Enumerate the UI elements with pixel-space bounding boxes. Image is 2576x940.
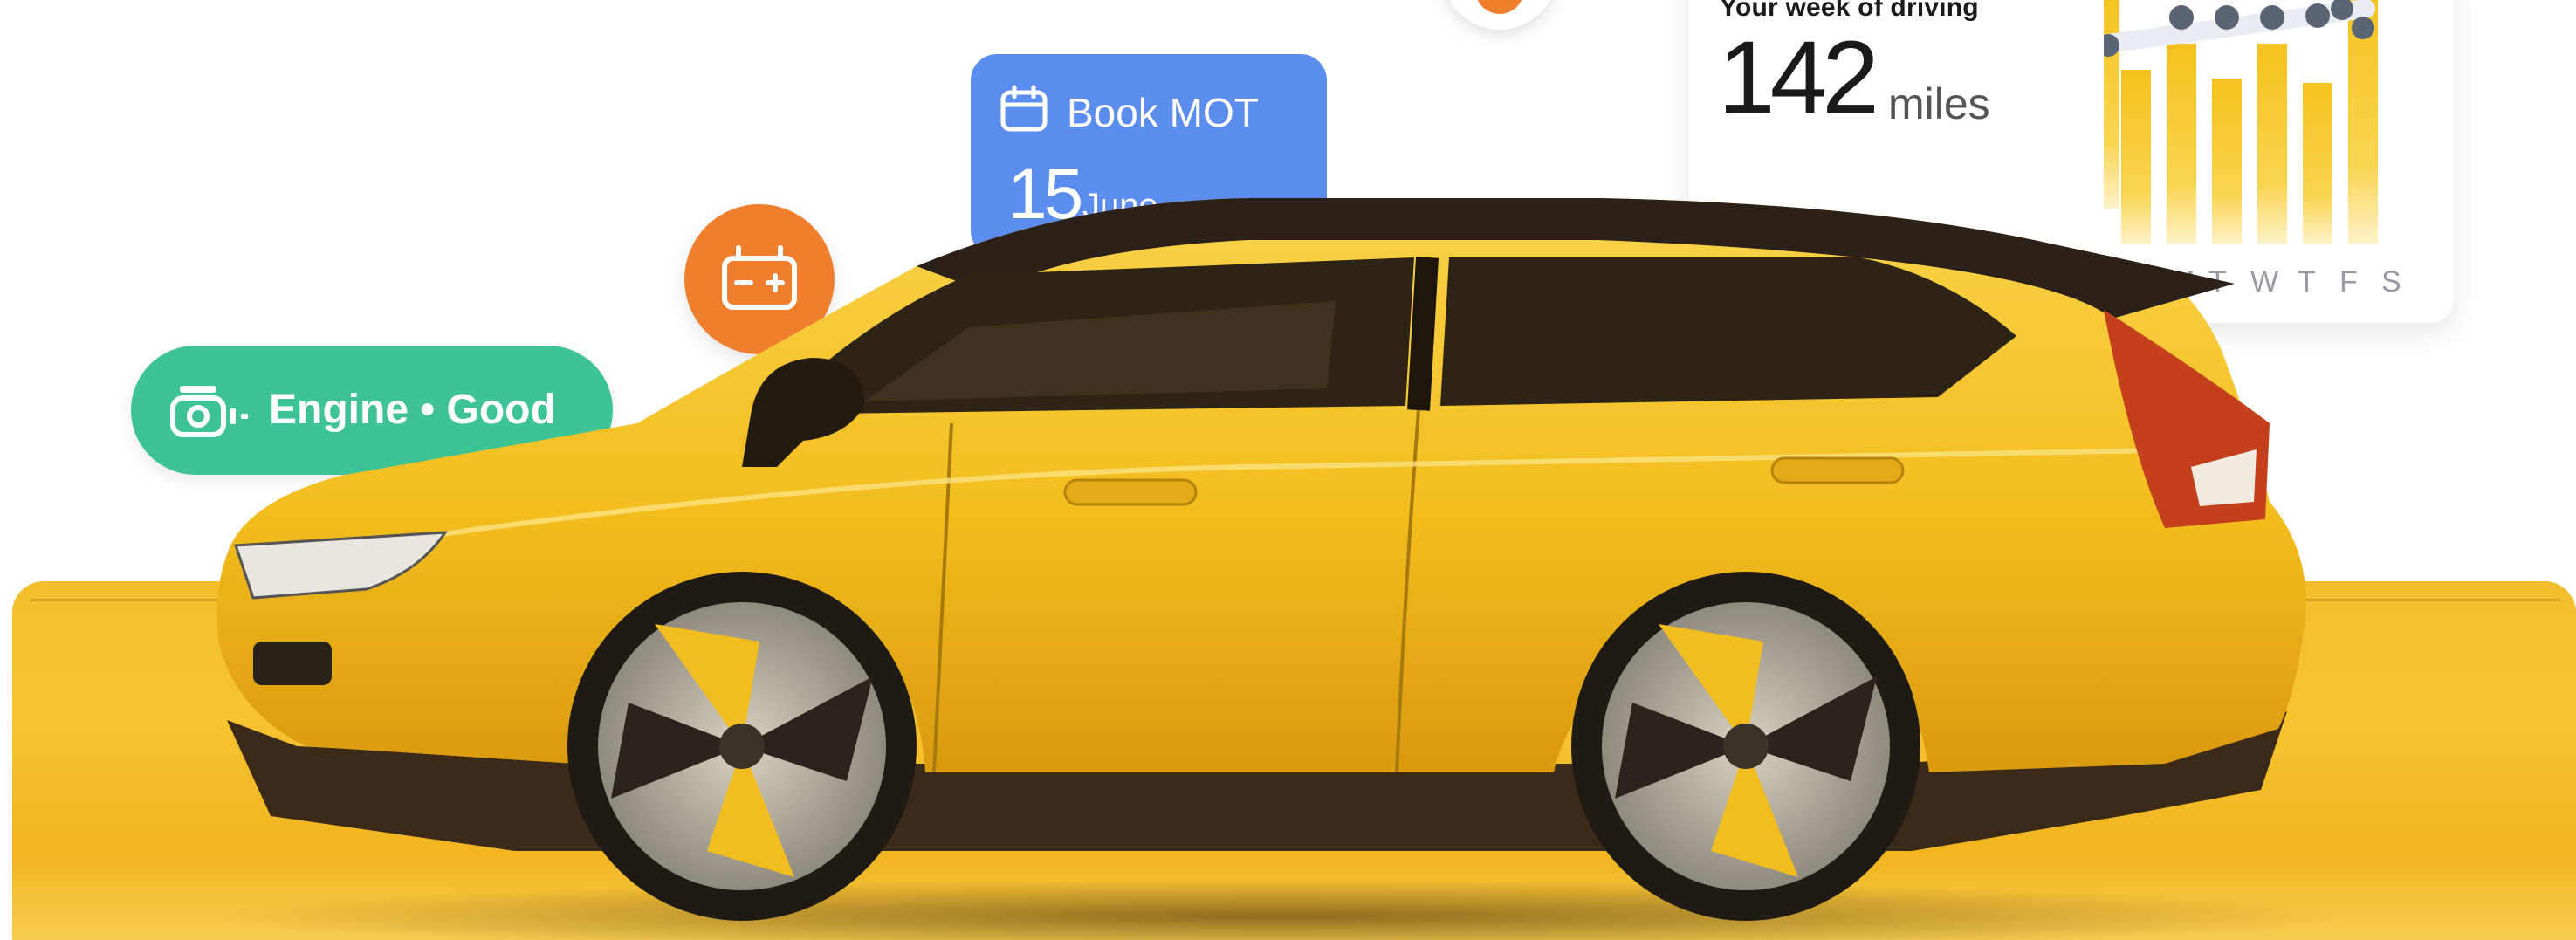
chart-dot-5 xyxy=(2305,3,2330,28)
calendar-icon xyxy=(1000,85,1048,132)
car-shadow xyxy=(214,880,2344,940)
mot-title: Book MOT xyxy=(1067,90,1259,135)
car-door-handle-front xyxy=(1063,478,1198,506)
chart-bar-first xyxy=(2104,0,2119,209)
hero-illustration: Your week of driving 142 miles M T W T xyxy=(0,0,2576,940)
chart-dot-3 xyxy=(2215,5,2239,30)
driving-miles-unit: miles xyxy=(1888,79,1990,128)
car-wheel-front xyxy=(567,572,917,921)
car-illustration xyxy=(214,198,2344,940)
day-label-s: S xyxy=(2381,265,2401,298)
car-door-handle-rear xyxy=(1770,456,1905,484)
chart-dot-2 xyxy=(2169,5,2194,30)
car-pillar-b xyxy=(1407,257,1439,411)
car-wheel-rear xyxy=(1571,572,1920,921)
chart-dot-7 xyxy=(2352,17,2374,39)
driving-miles-value: 142 xyxy=(1718,20,1879,135)
car-fog-light xyxy=(253,642,332,685)
chart-dot-4 xyxy=(2260,5,2284,30)
